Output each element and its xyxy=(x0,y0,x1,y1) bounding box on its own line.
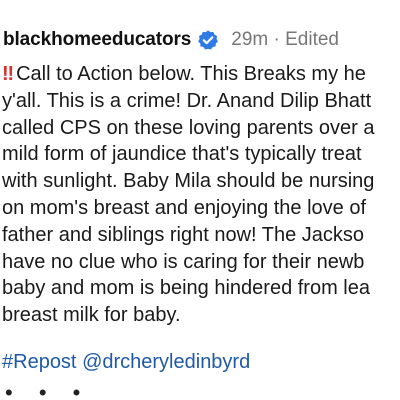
meta-separator: · xyxy=(273,29,280,50)
repost-hashtag-link[interactable]: #Repost xyxy=(2,351,77,373)
post-header: blackhomeeducators 29m · Edited xyxy=(3,28,339,52)
post-line: mild form of jaundice that's typically t… xyxy=(2,143,362,166)
post-line: with sunlight. Baby Mila should be nursi… xyxy=(2,170,375,193)
post-line: father and siblings right now! The Jacks… xyxy=(2,223,365,246)
username-link[interactable]: blackhomeeducators xyxy=(3,28,191,52)
post-body: ‼ Call to Action below. This Breaks my he… xyxy=(2,61,374,329)
mention-link[interactable]: @drcheryledinbyrd xyxy=(82,351,250,373)
post-meta: 29m · Edited xyxy=(231,28,339,52)
more-options-icon[interactable]: • • • xyxy=(5,382,90,400)
post-line: on mom's breast and enjoying the love of xyxy=(2,196,367,219)
post-line: ‼ Call to Action below. This Breaks my he xyxy=(2,61,374,88)
post-line: breast milk for baby. xyxy=(2,304,181,327)
post-card: blackhomeeducators 29m · Edited ‼ Call to… xyxy=(0,0,400,400)
double-exclamation-icon: ‼ xyxy=(2,63,14,85)
post-line: y'all. This is a crime! Dr. Anand Dilip … xyxy=(2,89,372,112)
post-line: called CPS on these loving parents over … xyxy=(2,116,375,139)
repost-line: #Repost @drcheryledinbyrd xyxy=(2,349,250,375)
post-line: have no clue who is caring for their new… xyxy=(2,250,365,273)
post-line: baby and mom is being hindered from lea xyxy=(2,277,370,300)
post-time: 29m xyxy=(231,29,269,50)
post-line-text: Call to Action below. This Breaks my he xyxy=(16,63,366,85)
verified-badge-icon xyxy=(198,30,219,50)
edited-label[interactable]: Edited xyxy=(285,29,339,50)
